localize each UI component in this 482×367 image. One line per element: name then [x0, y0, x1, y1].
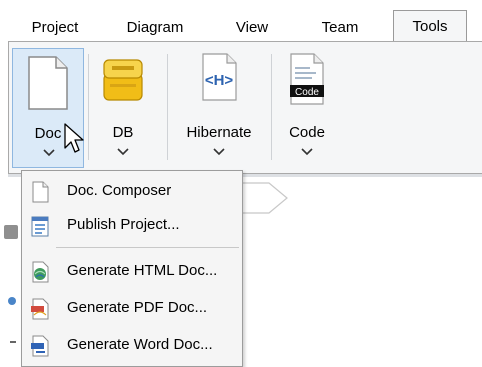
toolbar-item	[8, 297, 16, 305]
tab-tools[interactable]: Tools	[393, 10, 467, 42]
menu-item-generate-pdf-doc[interactable]: Generate PDF Doc...	[22, 292, 242, 324]
svg-text:<H>: <H>	[205, 72, 234, 89]
chevron-down-icon	[301, 148, 313, 156]
publish-project-icon	[31, 216, 49, 237]
tab-project[interactable]: Project	[20, 14, 90, 42]
menu-tab-bar: Project Diagram View Team Tools	[0, 0, 482, 42]
code-button[interactable]: Code Code	[279, 48, 335, 168]
menu-item-generate-html-doc[interactable]: Generate HTML Doc...	[22, 255, 242, 287]
code-button-label: Code	[289, 124, 325, 141]
word-document-icon	[31, 335, 49, 357]
hibernate-icon: <H>	[202, 53, 237, 101]
code-icon: Code	[290, 53, 324, 105]
menu-item-publish-project[interactable]: Publish Project...	[22, 209, 242, 241]
html-document-icon	[32, 261, 49, 283]
pdf-document-icon	[31, 298, 49, 320]
database-icon	[103, 59, 143, 101]
menu-item-label: Generate PDF Doc...	[67, 299, 208, 316]
tools-ribbon: Doc DB <H> Hibernate Code Code	[8, 41, 482, 174]
chevron-down-icon	[117, 148, 129, 156]
tab-diagram[interactable]: Diagram	[110, 14, 200, 42]
toolbar-item	[4, 225, 18, 239]
db-button[interactable]: DB	[93, 48, 153, 168]
ribbon-separator	[88, 54, 89, 160]
document-icon	[28, 56, 68, 110]
blank-document-icon	[32, 181, 49, 203]
svg-text:Code: Code	[295, 87, 319, 98]
menu-item-label: Doc. Composer	[67, 182, 172, 199]
menu-item-label: Generate HTML Doc...	[67, 262, 218, 279]
ribbon-separator	[271, 54, 272, 160]
hibernate-button[interactable]: <H> Hibernate	[174, 48, 264, 168]
doc-dropdown-menu: Doc. Composer Publish Project... Generat…	[21, 170, 243, 367]
left-toolbar-area	[0, 177, 21, 367]
breadcrumb-area	[243, 177, 482, 217]
menu-item-label: Generate Word Doc...	[67, 336, 213, 353]
menu-item-generate-word-doc[interactable]: Generate Word Doc...	[22, 329, 242, 361]
menu-item-doc-composer[interactable]: Doc. Composer	[22, 175, 242, 207]
menu-item-label: Publish Project...	[67, 216, 180, 233]
tab-view[interactable]: View	[222, 14, 282, 42]
breadcrumb-arrow-icon	[243, 182, 288, 214]
toolbar-item	[10, 341, 16, 343]
ribbon-separator	[167, 54, 168, 160]
mouse-cursor-icon	[64, 123, 84, 153]
tab-team[interactable]: Team	[300, 14, 380, 42]
chevron-down-icon	[213, 148, 225, 156]
menu-separator	[56, 247, 239, 248]
db-button-label: DB	[112, 124, 134, 141]
doc-button[interactable]: Doc	[12, 48, 84, 168]
hibernate-button-label: Hibernate	[186, 124, 252, 141]
